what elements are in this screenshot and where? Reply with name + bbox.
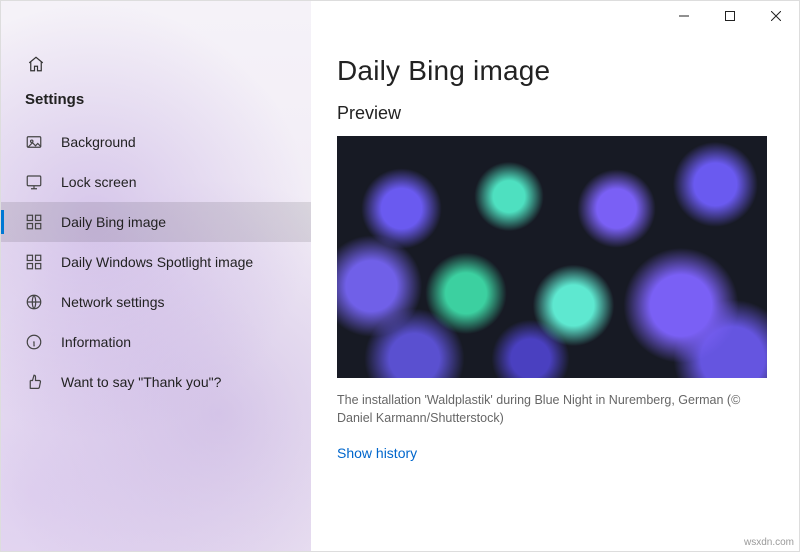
sidebar-item-background[interactable]: Background [1, 122, 311, 162]
sidebar: Settings Background Lock screen Daily Bi… [1, 1, 311, 551]
sidebar-heading: Settings [1, 81, 311, 122]
sidebar-item-label: Lock screen [61, 174, 136, 190]
info-icon [25, 333, 43, 351]
picture-icon [25, 133, 43, 151]
close-button[interactable] [753, 1, 799, 31]
maximize-button[interactable] [707, 1, 753, 31]
tiles-icon [25, 213, 43, 231]
sidebar-item-label: Daily Windows Spotlight image [61, 254, 253, 270]
monitor-icon [25, 173, 43, 191]
main-panel: Daily Bing image Preview The installatio… [311, 1, 799, 551]
home-icon [27, 55, 45, 73]
home-row [1, 53, 311, 81]
sidebar-item-label: Background [61, 134, 136, 150]
watermark: wsxdn.com [744, 537, 794, 548]
app-window: Settings Background Lock screen Daily Bi… [0, 0, 800, 552]
close-icon [771, 11, 781, 21]
sidebar-item-network[interactable]: Network settings [1, 282, 311, 322]
maximize-icon [725, 11, 735, 21]
sidebar-item-daily-spotlight[interactable]: Daily Windows Spotlight image [1, 242, 311, 282]
tiles-icon [25, 253, 43, 271]
sidebar-item-thank-you[interactable]: Want to say "Thank you"? [1, 362, 311, 402]
sidebar-item-label: Daily Bing image [61, 214, 166, 230]
show-history-link[interactable]: Show history [337, 445, 417, 461]
globe-icon [25, 293, 43, 311]
page-title: Daily Bing image [337, 55, 773, 87]
preview-heading: Preview [337, 103, 773, 124]
home-button[interactable] [25, 53, 47, 75]
preview-image [337, 136, 767, 378]
image-caption: The installation 'Waldplastik' during Bl… [337, 392, 767, 427]
sidebar-item-label: Network settings [61, 294, 164, 310]
sidebar-item-label: Want to say "Thank you"? [61, 374, 221, 390]
titlebar [311, 1, 799, 33]
sidebar-item-daily-bing[interactable]: Daily Bing image [1, 202, 311, 242]
content-area: Daily Bing image Preview The installatio… [311, 33, 799, 481]
sidebar-item-label: Information [61, 334, 131, 350]
minimize-button[interactable] [661, 1, 707, 31]
minimize-icon [679, 11, 689, 21]
sidebar-item-information[interactable]: Information [1, 322, 311, 362]
thumbs-up-icon [25, 373, 43, 391]
sidebar-item-lock-screen[interactable]: Lock screen [1, 162, 311, 202]
